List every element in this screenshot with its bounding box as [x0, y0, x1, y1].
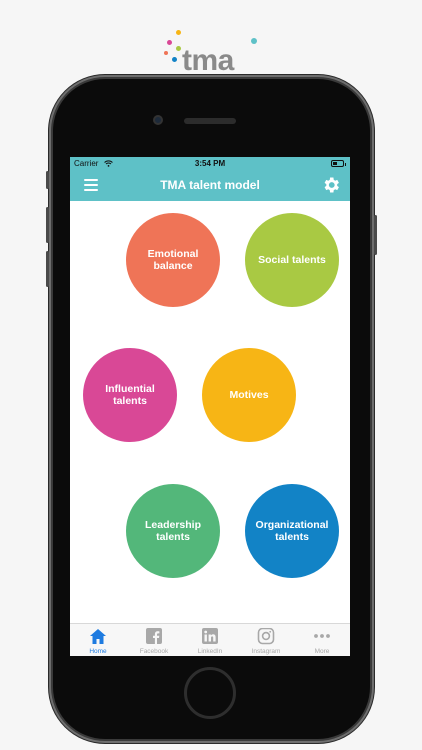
- tab-facebook[interactable]: Facebook: [126, 627, 182, 656]
- talent-organizational-talents[interactable]: Organizational talents: [245, 484, 339, 578]
- facebook-icon: [146, 628, 162, 644]
- talent-label: Motives: [229, 389, 269, 401]
- app-screen: Carrier 3:54 PM TMA talent model Emotion…: [70, 157, 350, 656]
- phone-frame: Carrier 3:54 PM TMA talent model Emotion…: [46, 79, 377, 739]
- tma-logo: tma: [0, 24, 422, 76]
- talent-label: Organizational talents: [255, 519, 329, 543]
- battery-icon: [331, 160, 346, 167]
- talent-label: Social talents: [258, 254, 326, 266]
- tab-label: Instagram: [251, 648, 281, 655]
- more-icon: [314, 634, 330, 638]
- nav-bar: TMA talent model: [70, 170, 350, 201]
- talent-influential-talents[interactable]: Influential talents: [83, 348, 177, 442]
- earpiece-speaker: [184, 118, 236, 124]
- page-title: TMA talent model: [160, 178, 260, 192]
- tab-label: LinkedIn: [197, 648, 223, 655]
- tab-label: Home: [89, 648, 107, 655]
- talent-label: Leadership talents: [144, 519, 202, 543]
- device-home-button[interactable]: [184, 667, 236, 719]
- tab-label: Facebook: [139, 648, 169, 655]
- power-button: [374, 215, 377, 255]
- tab-instagram[interactable]: Instagram: [238, 627, 294, 656]
- tab-linkedin[interactable]: LinkedIn: [182, 627, 238, 656]
- talent-label: Influential talents: [105, 383, 155, 407]
- talent-social-talents[interactable]: Social talents: [245, 213, 339, 307]
- home-icon: [90, 629, 106, 644]
- logo-dot-yellow: [176, 30, 181, 35]
- logo-dot-pink: [167, 40, 172, 45]
- instagram-icon: [257, 628, 275, 645]
- logo-wordmark: tma: [182, 44, 234, 77]
- logo-dot-blue: [172, 57, 177, 62]
- volume-up-button: [46, 207, 49, 243]
- gear-icon[interactable]: [321, 175, 341, 195]
- tab-home[interactable]: Home: [70, 627, 126, 656]
- status-time: 3:54 PM: [194, 159, 226, 168]
- linkedin-icon: [202, 628, 218, 644]
- tab-bar: Home Facebook LinkedIn Instagram More: [70, 623, 350, 656]
- front-camera: [153, 115, 163, 125]
- logo-dot-teal: [251, 38, 257, 44]
- tab-label: More: [314, 648, 330, 655]
- talent-label: Emotional balance: [147, 248, 199, 272]
- mute-switch: [46, 171, 49, 189]
- volume-down-button: [46, 251, 49, 287]
- talent-emotional-balance[interactable]: Emotional balance: [126, 213, 220, 307]
- logo-dot-orange: [164, 51, 168, 55]
- status-bar: Carrier 3:54 PM: [70, 157, 350, 170]
- talent-leadership-talents[interactable]: Leadership talents: [126, 484, 220, 578]
- logo-dot-green: [176, 46, 181, 51]
- talent-motives[interactable]: Motives: [202, 348, 296, 442]
- tab-more[interactable]: More: [294, 627, 350, 656]
